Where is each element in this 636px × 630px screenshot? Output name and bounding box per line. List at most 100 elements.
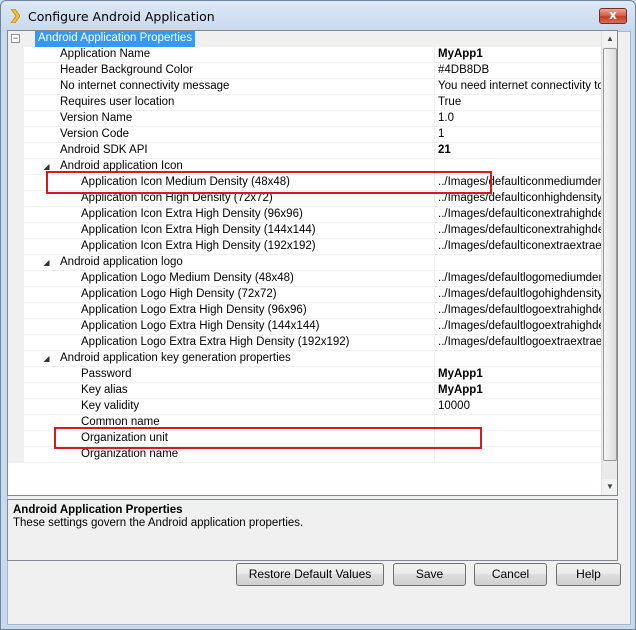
group-row[interactable]: ◢ Android application logo [8, 255, 601, 271]
vertical-scrollbar[interactable]: ▲ ▼ [601, 31, 617, 495]
property-row[interactable]: Android SDK API 21 [8, 143, 601, 159]
property-name: Requires user location [60, 96, 175, 108]
cancel-button[interactable]: Cancel [474, 563, 547, 586]
row-margin [8, 399, 24, 415]
help-title: Android Application Properties [13, 504, 183, 516]
property-value [434, 351, 601, 367]
property-value[interactable]: 10000 [434, 399, 601, 415]
help-button[interactable]: Help [556, 563, 621, 586]
window-title: Configure Android Application [28, 9, 215, 24]
property-name: No internet connectivity message [60, 80, 230, 92]
property-row[interactable]: Organization name [8, 447, 601, 463]
property-row[interactable]: Application Name MyApp1 [8, 47, 601, 63]
help-pane: Android Application Properties These set… [7, 499, 618, 561]
row-margin [8, 191, 24, 207]
property-value[interactable] [434, 415, 601, 431]
property-row[interactable]: Application Logo High Density (72x72) ../… [8, 287, 601, 303]
property-value[interactable]: ../Images/defaulticonextrahighdensit [434, 207, 601, 223]
property-value[interactable]: ../Images/defaultlogohighdensity.png [434, 287, 601, 303]
property-name: Application Logo High Density (72x72) [81, 288, 277, 300]
property-value[interactable]: ../Images/defaulticonmediumdensity [434, 175, 601, 191]
property-row[interactable]: Application Logo Extra High Density (144… [8, 319, 601, 335]
property-row[interactable]: Version Code 1 [8, 127, 601, 143]
row-margin [8, 47, 24, 63]
row-margin [8, 63, 24, 79]
property-row[interactable]: Password MyApp1 [8, 367, 601, 383]
property-value[interactable]: ../Images/defaulticonhighdensity.png [434, 191, 601, 207]
property-value[interactable]: ../Images/defaulticonextraextraextra [434, 239, 601, 255]
property-value[interactable] [434, 447, 601, 463]
collapse-triangle-icon[interactable]: ◢ [42, 162, 51, 171]
group-row[interactable]: ◢ Android application Icon [8, 159, 601, 175]
property-row[interactable]: Application Icon Medium Density (48x48).… [8, 175, 601, 191]
title-bar[interactable]: Configure Android Application x [1, 1, 635, 31]
row-margin [8, 239, 24, 255]
row-margin [8, 367, 24, 383]
property-value[interactable]: You need internet connectivity to ac [434, 79, 601, 95]
close-button[interactable]: x [599, 8, 627, 24]
property-value[interactable]: MyApp1 [434, 383, 601, 399]
property-row[interactable]: Requires user location True [8, 95, 601, 111]
property-value [434, 159, 601, 175]
collapse-triangle-icon[interactable]: ◢ [42, 354, 51, 363]
property-row[interactable]: Key validity 10000 [8, 399, 601, 415]
row-margin [8, 175, 24, 191]
property-row[interactable]: Version Name 1.0 [8, 111, 601, 127]
row-margin [8, 287, 24, 303]
property-name: Organization unit [81, 432, 168, 444]
property-row[interactable]: Application Logo Extra High Density (96x… [8, 303, 601, 319]
save-button[interactable]: Save [393, 563, 466, 586]
row-margin [8, 303, 24, 319]
property-value[interactable]: 1.0 [434, 111, 601, 127]
property-row[interactable]: Application Icon Extra High Density (144… [8, 223, 601, 239]
property-row[interactable]: Application Icon High Density (72x72) ../… [8, 191, 601, 207]
scroll-down-arrow-icon[interactable]: ▼ [602, 479, 617, 495]
property-value [434, 255, 601, 271]
property-row[interactable]: Application Logo Extra Extra High Densit… [8, 335, 601, 351]
property-value[interactable]: MyApp1 [434, 47, 601, 63]
property-value[interactable]: 21 [434, 143, 601, 159]
collapse-box-icon[interactable]: − [11, 34, 20, 43]
row-margin [8, 159, 24, 175]
property-value [434, 31, 601, 47]
property-row[interactable]: Application Logo Medium Density (48x48).… [8, 271, 601, 287]
property-value[interactable] [434, 431, 601, 447]
property-row[interactable]: Header Background Color #4DB8DB [8, 63, 601, 79]
property-value[interactable]: ../Images/defaultlogoextrahighdensit [434, 303, 601, 319]
collapse-triangle-icon[interactable]: ◢ [42, 258, 51, 267]
property-row[interactable]: Organization unit [8, 431, 601, 447]
property-row[interactable]: No internet connectivity message You need… [8, 79, 601, 95]
scrollbar-thumb[interactable] [603, 48, 617, 461]
property-name: Common name [81, 416, 160, 428]
property-name: Application Logo Medium Density (48x48) [81, 272, 294, 284]
row-margin [8, 207, 24, 223]
group-row[interactable]: ◢ Android application key generation prop… [8, 351, 601, 367]
category-row[interactable]: − Android Application Properties [8, 31, 601, 47]
property-value[interactable]: ../Images/defaultlogoextraextraextra [434, 335, 601, 351]
property-row[interactable]: Key alias MyApp1 [8, 383, 601, 399]
property-name: Key alias [81, 384, 128, 396]
property-row[interactable]: Application Icon Extra High Density (96x… [8, 207, 601, 223]
property-name: Android application Icon [60, 160, 183, 172]
property-value[interactable]: ../Images/defaultlogomediumdensity [434, 271, 601, 287]
row-margin [8, 79, 24, 95]
property-row[interactable]: Application Icon Extra High Density (192… [8, 239, 601, 255]
property-value[interactable]: 1 [434, 127, 601, 143]
row-margin [8, 447, 24, 463]
restore-default-values-button[interactable]: Restore Default Values [236, 563, 384, 586]
property-name: Application Icon Extra High Density (192… [81, 240, 316, 252]
property-value[interactable]: #4DB8DB [434, 63, 601, 79]
property-name: Android SDK API [60, 144, 148, 156]
property-value[interactable]: ../Images/defaultlogoextrahighden [434, 319, 601, 335]
property-grid[interactable]: − Android Application Properties Applicati… [7, 30, 618, 496]
row-margin [8, 143, 24, 159]
scroll-up-arrow-icon[interactable]: ▲ [602, 31, 617, 47]
property-name: Application Icon Medium Density (48x48) [81, 176, 291, 188]
property-value[interactable]: ../Images/defaulticonextrahighden [434, 223, 601, 239]
property-value[interactable]: MyApp1 [434, 367, 601, 383]
row-margin [8, 319, 24, 335]
property-name: Android application logo [60, 256, 183, 268]
chevron-arrow-icon [10, 9, 20, 23]
property-row[interactable]: Common name [8, 415, 601, 431]
property-value[interactable]: True [434, 95, 601, 111]
